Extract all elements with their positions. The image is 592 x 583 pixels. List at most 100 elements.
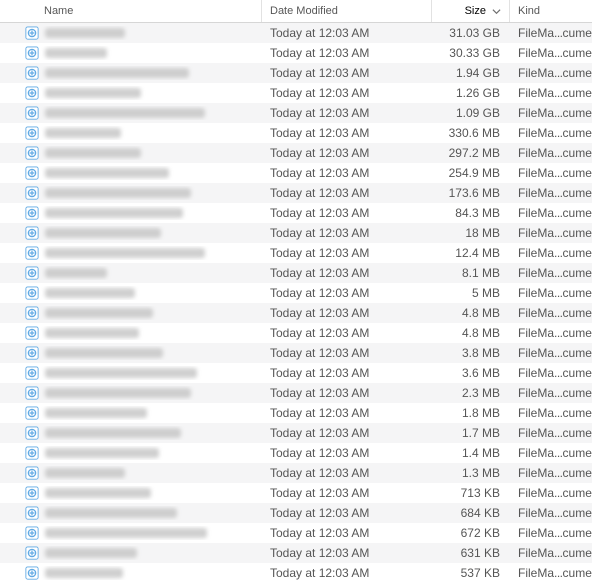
filename-redacted: [45, 448, 159, 458]
cell-kind: FileMa...cument: [510, 466, 592, 480]
table-row[interactable]: Today at 12:03 AM31.03 GBFileMa...cument: [0, 23, 592, 43]
table-row[interactable]: Today at 12:03 AM297.2 MBFileMa...cument: [0, 143, 592, 163]
column-header-row: Name Date Modified Size Kind: [0, 0, 592, 23]
cell-date-modified: Today at 12:03 AM: [262, 466, 432, 480]
cell-kind: FileMa...cument: [510, 326, 592, 340]
cell-kind: FileMa...cument: [510, 346, 592, 360]
cell-size: 713 KB: [432, 486, 510, 500]
cell-size: 3.8 MB: [432, 346, 510, 360]
table-row[interactable]: Today at 12:03 AM1.09 GBFileMa...cument: [0, 103, 592, 123]
cell-name: [0, 466, 262, 480]
column-header-size-label: Size: [465, 5, 486, 17]
cell-name: [0, 66, 262, 80]
table-row[interactable]: Today at 12:03 AM1.4 MBFileMa...cument: [0, 443, 592, 463]
table-row[interactable]: Today at 12:03 AM631 KBFileMa...cument: [0, 543, 592, 563]
table-row[interactable]: Today at 12:03 AM713 KBFileMa...cument: [0, 483, 592, 503]
filename-redacted: [45, 488, 151, 498]
cell-size: 31.03 GB: [432, 26, 510, 40]
cell-name: [0, 506, 262, 520]
cell-date-modified: Today at 12:03 AM: [262, 226, 432, 240]
cell-name: [0, 406, 262, 420]
cell-size: 4.8 MB: [432, 306, 510, 320]
table-row[interactable]: Today at 12:03 AM330.6 MBFileMa...cument: [0, 123, 592, 143]
cell-name: [0, 366, 262, 380]
cell-kind: FileMa...cument: [510, 386, 592, 400]
table-row[interactable]: Today at 12:03 AM672 KBFileMa...cument: [0, 523, 592, 543]
table-row[interactable]: Today at 12:03 AM1.7 MBFileMa...cument: [0, 423, 592, 443]
cell-name: [0, 426, 262, 440]
file-type-icon: [25, 286, 39, 300]
table-row[interactable]: Today at 12:03 AM254.9 MBFileMa...cument: [0, 163, 592, 183]
cell-size: 1.4 MB: [432, 446, 510, 460]
cell-name: [0, 106, 262, 120]
table-row[interactable]: Today at 12:03 AM1.8 MBFileMa...cument: [0, 403, 592, 423]
cell-size: 5 MB: [432, 286, 510, 300]
cell-name: [0, 166, 262, 180]
cell-size: 18 MB: [432, 226, 510, 240]
column-header-size[interactable]: Size: [432, 0, 510, 22]
cell-name: [0, 206, 262, 220]
table-row[interactable]: Today at 12:03 AM5 MBFileMa...cument: [0, 283, 592, 303]
table-row[interactable]: Today at 12:03 AM4.8 MBFileMa...cument: [0, 323, 592, 343]
cell-date-modified: Today at 12:03 AM: [262, 506, 432, 520]
table-row[interactable]: Today at 12:03 AM3.8 MBFileMa...cument: [0, 343, 592, 363]
file-type-icon: [25, 366, 39, 380]
table-row[interactable]: Today at 12:03 AM84.3 MBFileMa...cument: [0, 203, 592, 223]
table-row[interactable]: Today at 12:03 AM1.94 GBFileMa...cument: [0, 63, 592, 83]
cell-name: [0, 126, 262, 140]
cell-date-modified: Today at 12:03 AM: [262, 346, 432, 360]
cell-size: 84.3 MB: [432, 206, 510, 220]
table-row[interactable]: Today at 12:03 AM8.1 MBFileMa...cument: [0, 263, 592, 283]
filename-redacted: [45, 68, 189, 78]
cell-kind: FileMa...cument: [510, 526, 592, 540]
file-type-icon: [25, 346, 39, 360]
table-row[interactable]: Today at 12:03 AM1.26 GBFileMa...cument: [0, 83, 592, 103]
table-row[interactable]: Today at 12:03 AM30.33 GBFileMa...cument: [0, 43, 592, 63]
column-header-name[interactable]: Name: [0, 0, 262, 22]
cell-kind: FileMa...cument: [510, 426, 592, 440]
cell-date-modified: Today at 12:03 AM: [262, 386, 432, 400]
filename-redacted: [45, 528, 207, 538]
table-row[interactable]: Today at 12:03 AM2.3 MBFileMa...cument: [0, 383, 592, 403]
filename-redacted: [45, 368, 197, 378]
column-header-date[interactable]: Date Modified: [262, 0, 432, 22]
filename-redacted: [45, 308, 153, 318]
cell-size: 1.8 MB: [432, 406, 510, 420]
table-row[interactable]: Today at 12:03 AM12.4 MBFileMa...cument: [0, 243, 592, 263]
file-type-icon: [25, 466, 39, 480]
file-type-icon: [25, 566, 39, 580]
file-type-icon: [25, 546, 39, 560]
table-row[interactable]: Today at 12:03 AM537 KBFileMa...cument: [0, 563, 592, 583]
cell-size: 30.33 GB: [432, 46, 510, 60]
table-row[interactable]: Today at 12:03 AM18 MBFileMa...cument: [0, 223, 592, 243]
cell-kind: FileMa...cument: [510, 106, 592, 120]
file-type-icon: [25, 526, 39, 540]
filename-redacted: [45, 88, 141, 98]
table-row[interactable]: Today at 12:03 AM173.6 MBFileMa...cument: [0, 183, 592, 203]
table-row[interactable]: Today at 12:03 AM3.6 MBFileMa...cument: [0, 363, 592, 383]
filename-redacted: [45, 28, 125, 38]
cell-name: [0, 306, 262, 320]
cell-name: [0, 386, 262, 400]
table-row[interactable]: Today at 12:03 AM684 KBFileMa...cument: [0, 503, 592, 523]
file-type-icon: [25, 226, 39, 240]
column-header-kind[interactable]: Kind: [510, 0, 592, 22]
cell-size: 3.6 MB: [432, 366, 510, 380]
filename-redacted: [45, 408, 147, 418]
cell-name: [0, 86, 262, 100]
file-type-icon: [25, 446, 39, 460]
filename-redacted: [45, 348, 163, 358]
file-type-icon: [25, 106, 39, 120]
cell-date-modified: Today at 12:03 AM: [262, 566, 432, 580]
filename-redacted: [45, 568, 123, 578]
cell-date-modified: Today at 12:03 AM: [262, 286, 432, 300]
filename-redacted: [45, 228, 161, 238]
cell-name: [0, 326, 262, 340]
file-type-icon: [25, 326, 39, 340]
cell-kind: FileMa...cument: [510, 146, 592, 160]
cell-date-modified: Today at 12:03 AM: [262, 546, 432, 560]
table-row[interactable]: Today at 12:03 AM1.3 MBFileMa...cument: [0, 463, 592, 483]
table-row[interactable]: Today at 12:03 AM4.8 MBFileMa...cument: [0, 303, 592, 323]
cell-name: [0, 246, 262, 260]
cell-size: 297.2 MB: [432, 146, 510, 160]
